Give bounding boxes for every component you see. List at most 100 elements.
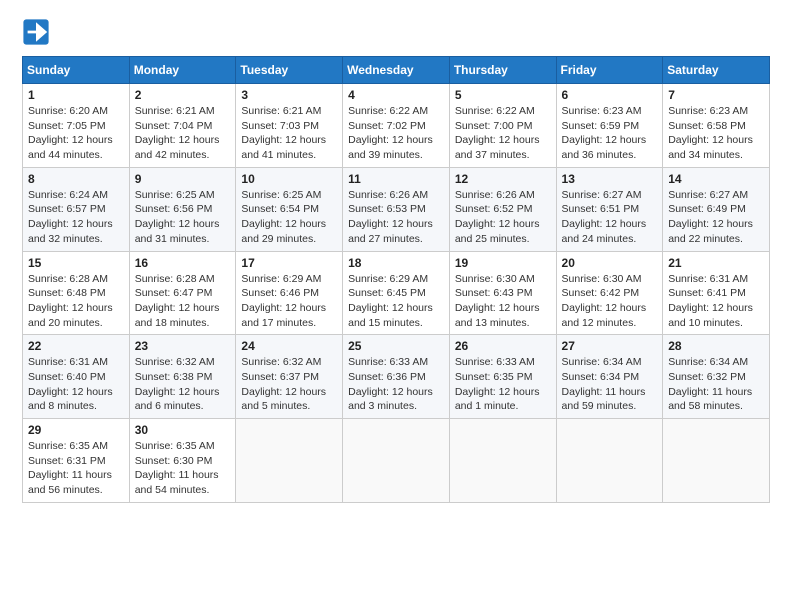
calendar-day-cell <box>449 419 556 503</box>
logo <box>22 18 53 46</box>
calendar-day-cell: 2Sunrise: 6:21 AM Sunset: 7:04 PM Daylig… <box>129 84 236 168</box>
weekday-header-cell: Monday <box>129 57 236 84</box>
day-info: Sunrise: 6:35 AM Sunset: 6:30 PM Dayligh… <box>135 439 231 498</box>
weekday-header-cell: Wednesday <box>343 57 450 84</box>
calendar-day-cell: 17 Sunrise: 6:29 AM Sunset: 6:46 PM Dayli… <box>236 251 343 335</box>
day-info: Sunrise: 6:21 AM Sunset: 7:03 PM Dayligh… <box>241 104 337 163</box>
day-info: Sunrise: 6:30 AM Sunset: 6:42 PM Dayligh… <box>562 272 658 331</box>
calendar-week-row: 29Sunrise: 6:35 AM Sunset: 6:31 PM Dayli… <box>23 419 770 503</box>
calendar-week-row: 15 Sunrise: 6:28 AM Sunset: 6:48 PM Dayli… <box>23 251 770 335</box>
day-number: 23 <box>135 339 231 353</box>
calendar-day-cell: 15 Sunrise: 6:28 AM Sunset: 6:48 PM Dayli… <box>23 251 130 335</box>
day-info: Sunrise: 6:20 AM Sunset: 7:05 PM Dayligh… <box>28 104 124 163</box>
calendar-week-row: 22 Sunrise: 6:31 AM Sunset: 6:40 PM Dayli… <box>23 335 770 419</box>
calendar-day-cell: 4 Sunrise: 6:22 AM Sunset: 7:02 PM Daylig… <box>343 84 450 168</box>
calendar-day-cell: 9 Sunrise: 6:25 AM Sunset: 6:56 PM Daylig… <box>129 167 236 251</box>
day-info: Sunrise: 6:34 AM Sunset: 6:32 PM Dayligh… <box>668 355 764 414</box>
weekday-header-cell: Thursday <box>449 57 556 84</box>
day-info: Sunrise: 6:32 AM Sunset: 6:37 PM Dayligh… <box>241 355 337 414</box>
calendar-day-cell: 29Sunrise: 6:35 AM Sunset: 6:31 PM Dayli… <box>23 419 130 503</box>
day-number: 12 <box>455 172 551 186</box>
day-info: Sunrise: 6:28 AM Sunset: 6:48 PM Dayligh… <box>28 272 124 331</box>
calendar-day-cell: 25 Sunrise: 6:33 AM Sunset: 6:36 PM Dayli… <box>343 335 450 419</box>
day-info: Sunrise: 6:25 AM Sunset: 6:56 PM Dayligh… <box>135 188 231 247</box>
day-info: Sunrise: 6:34 AM Sunset: 6:34 PM Dayligh… <box>562 355 658 414</box>
day-info: Sunrise: 6:24 AM Sunset: 6:57 PM Dayligh… <box>28 188 124 247</box>
day-number: 22 <box>28 339 124 353</box>
calendar-table: SundayMondayTuesdayWednesdayThursdayFrid… <box>22 56 770 503</box>
day-info: Sunrise: 6:23 AM Sunset: 6:59 PM Dayligh… <box>562 104 658 163</box>
day-info: Sunrise: 6:31 AM Sunset: 6:40 PM Dayligh… <box>28 355 124 414</box>
calendar-week-row: 1 Sunrise: 6:20 AM Sunset: 7:05 PM Daylig… <box>23 84 770 168</box>
day-number: 4 <box>348 88 444 102</box>
calendar-day-cell: 14Sunrise: 6:27 AM Sunset: 6:49 PM Dayli… <box>663 167 770 251</box>
calendar-day-cell: 20 Sunrise: 6:30 AM Sunset: 6:42 PM Dayli… <box>556 251 663 335</box>
day-info: Sunrise: 6:22 AM Sunset: 7:02 PM Dayligh… <box>348 104 444 163</box>
day-info: Sunrise: 6:21 AM Sunset: 7:04 PM Dayligh… <box>135 104 231 163</box>
calendar-day-cell <box>343 419 450 503</box>
calendar-day-cell: 1 Sunrise: 6:20 AM Sunset: 7:05 PM Daylig… <box>23 84 130 168</box>
calendar-day-cell <box>663 419 770 503</box>
calendar-day-cell: 21 Sunrise: 6:31 AM Sunset: 6:41 PM Dayli… <box>663 251 770 335</box>
calendar-day-cell: 27 Sunrise: 6:34 AM Sunset: 6:34 PM Dayli… <box>556 335 663 419</box>
calendar-day-cell: 30 Sunrise: 6:35 AM Sunset: 6:30 PM Dayli… <box>129 419 236 503</box>
day-info: Sunrise: 6:26 AM Sunset: 6:52 PM Dayligh… <box>455 188 551 247</box>
calendar-day-cell: 28Sunrise: 6:34 AM Sunset: 6:32 PM Dayli… <box>663 335 770 419</box>
calendar-day-cell: 23 Sunrise: 6:32 AM Sunset: 6:38 PM Dayli… <box>129 335 236 419</box>
day-number: 24 <box>241 339 337 353</box>
day-number: 14 <box>668 172 764 186</box>
day-number: 7 <box>668 88 764 102</box>
day-number: 5 <box>455 88 551 102</box>
day-info: Sunrise: 6:25 AM Sunset: 6:54 PM Dayligh… <box>241 188 337 247</box>
day-number: 20 <box>562 256 658 270</box>
day-number: 19 <box>455 256 551 270</box>
calendar-day-cell <box>236 419 343 503</box>
day-info: Sunrise: 6:32 AM Sunset: 6:38 PM Dayligh… <box>135 355 231 414</box>
calendar-day-cell <box>556 419 663 503</box>
logo-icon <box>22 18 50 46</box>
day-info: Sunrise: 6:31 AM Sunset: 6:41 PM Dayligh… <box>668 272 764 331</box>
calendar-day-cell: 7 Sunrise: 6:23 AM Sunset: 6:58 PM Daylig… <box>663 84 770 168</box>
calendar-day-cell: 26 Sunrise: 6:33 AM Sunset: 6:35 PM Dayli… <box>449 335 556 419</box>
weekday-header-cell: Friday <box>556 57 663 84</box>
day-info: Sunrise: 6:23 AM Sunset: 6:58 PM Dayligh… <box>668 104 764 163</box>
calendar-day-cell: 5 Sunrise: 6:22 AM Sunset: 7:00 PM Daylig… <box>449 84 556 168</box>
day-number: 15 <box>28 256 124 270</box>
day-info: Sunrise: 6:29 AM Sunset: 6:45 PM Dayligh… <box>348 272 444 331</box>
day-info: Sunrise: 6:33 AM Sunset: 6:35 PM Dayligh… <box>455 355 551 414</box>
weekday-header-cell: Sunday <box>23 57 130 84</box>
day-info: Sunrise: 6:35 AM Sunset: 6:31 PM Dayligh… <box>28 439 124 498</box>
day-number: 1 <box>28 88 124 102</box>
day-number: 8 <box>28 172 124 186</box>
calendar-day-cell: 18 Sunrise: 6:29 AM Sunset: 6:45 PM Dayli… <box>343 251 450 335</box>
calendar-day-cell: 24 Sunrise: 6:32 AM Sunset: 6:37 PM Dayli… <box>236 335 343 419</box>
calendar-day-cell: 3 Sunrise: 6:21 AM Sunset: 7:03 PM Daylig… <box>236 84 343 168</box>
day-info: Sunrise: 6:29 AM Sunset: 6:46 PM Dayligh… <box>241 272 337 331</box>
calendar-day-cell: 12 Sunrise: 6:26 AM Sunset: 6:52 PM Dayli… <box>449 167 556 251</box>
day-number: 25 <box>348 339 444 353</box>
day-number: 9 <box>135 172 231 186</box>
day-number: 26 <box>455 339 551 353</box>
calendar-day-cell: 10Sunrise: 6:25 AM Sunset: 6:54 PM Dayli… <box>236 167 343 251</box>
day-number: 16 <box>135 256 231 270</box>
day-info: Sunrise: 6:33 AM Sunset: 6:36 PM Dayligh… <box>348 355 444 414</box>
calendar-day-cell: 13Sunrise: 6:27 AM Sunset: 6:51 PM Dayli… <box>556 167 663 251</box>
page-header <box>22 18 770 46</box>
calendar-day-cell: 8 Sunrise: 6:24 AM Sunset: 6:57 PM Daylig… <box>23 167 130 251</box>
day-number: 11 <box>348 172 444 186</box>
calendar-day-cell: 11 Sunrise: 6:26 AM Sunset: 6:53 PM Dayli… <box>343 167 450 251</box>
day-number: 3 <box>241 88 337 102</box>
calendar-body: 1 Sunrise: 6:20 AM Sunset: 7:05 PM Daylig… <box>23 84 770 503</box>
day-info: Sunrise: 6:26 AM Sunset: 6:53 PM Dayligh… <box>348 188 444 247</box>
day-info: Sunrise: 6:22 AM Sunset: 7:00 PM Dayligh… <box>455 104 551 163</box>
calendar-day-cell: 6Sunrise: 6:23 AM Sunset: 6:59 PM Daylig… <box>556 84 663 168</box>
calendar-day-cell: 16Sunrise: 6:28 AM Sunset: 6:47 PM Dayli… <box>129 251 236 335</box>
calendar-page: SundayMondayTuesdayWednesdayThursdayFrid… <box>0 0 792 612</box>
day-number: 17 <box>241 256 337 270</box>
weekday-header-cell: Tuesday <box>236 57 343 84</box>
day-info: Sunrise: 6:27 AM Sunset: 6:51 PM Dayligh… <box>562 188 658 247</box>
day-number: 18 <box>348 256 444 270</box>
day-number: 30 <box>135 423 231 437</box>
day-number: 27 <box>562 339 658 353</box>
day-number: 21 <box>668 256 764 270</box>
